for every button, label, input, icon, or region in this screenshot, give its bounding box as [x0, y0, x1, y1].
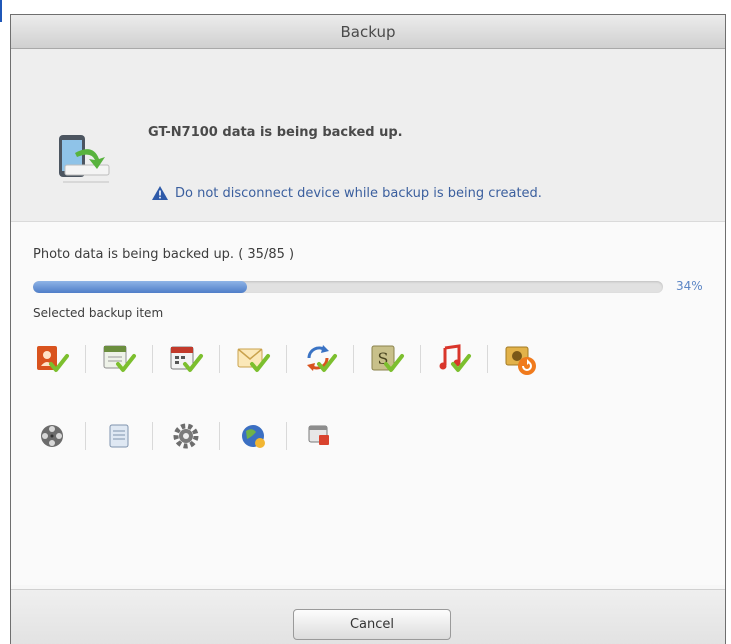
item-separator — [286, 345, 287, 373]
title-bar: Backup — [11, 15, 725, 49]
video-icon — [33, 417, 71, 455]
backup-dialog: Backup GT-N7100 data is being backed up.… — [10, 14, 726, 644]
internet-icon — [234, 417, 272, 455]
item-separator — [353, 345, 354, 373]
music-icon — [435, 340, 473, 378]
backup-items-row-1: S — [33, 340, 540, 378]
item-separator — [219, 345, 220, 373]
notes-icon — [100, 340, 138, 378]
header-panel: GT-N7100 data is being backed up. Do not… — [11, 49, 725, 222]
device-backup-message: GT-N7100 data is being backed up. — [148, 125, 403, 140]
backup-items-row-2 — [33, 417, 339, 455]
progress-percent: 34% — [676, 279, 703, 293]
s-planner-icon: S — [368, 340, 406, 378]
item-separator — [85, 345, 86, 373]
warning-text: Do not disconnect device while backup is… — [175, 185, 542, 201]
warning-message: Do not disconnect device while backup is… — [151, 185, 542, 201]
item-separator — [152, 422, 153, 450]
contacts-icon — [33, 340, 71, 378]
warning-triangle-icon — [152, 186, 168, 200]
item-separator — [487, 345, 488, 373]
progress-bar-fill — [33, 281, 248, 293]
sync-icon — [301, 340, 339, 378]
calendar-icon — [167, 340, 205, 378]
progress-panel: Photo data is being backed up. ( 35/85 )… — [11, 222, 725, 585]
item-separator — [219, 422, 220, 450]
backup-status-text: Photo data is being backed up. ( 35/85 ) — [33, 247, 295, 262]
footer-bar: Cancel — [11, 589, 725, 644]
item-separator — [152, 345, 153, 373]
cancel-button[interactable]: Cancel — [293, 609, 451, 640]
document-icon — [100, 417, 138, 455]
photo-in-progress-icon — [502, 340, 540, 378]
progress-bar — [33, 281, 663, 293]
item-separator — [420, 345, 421, 373]
phone-sync-icon — [59, 135, 110, 183]
messages-icon — [234, 340, 272, 378]
item-separator — [85, 422, 86, 450]
applications-icon — [301, 417, 339, 455]
selected-items-label: Selected backup item — [33, 306, 164, 320]
window-edge-marker — [0, 0, 2, 22]
item-separator — [286, 422, 287, 450]
dialog-title: Backup — [340, 22, 396, 41]
settings-icon — [167, 417, 205, 455]
